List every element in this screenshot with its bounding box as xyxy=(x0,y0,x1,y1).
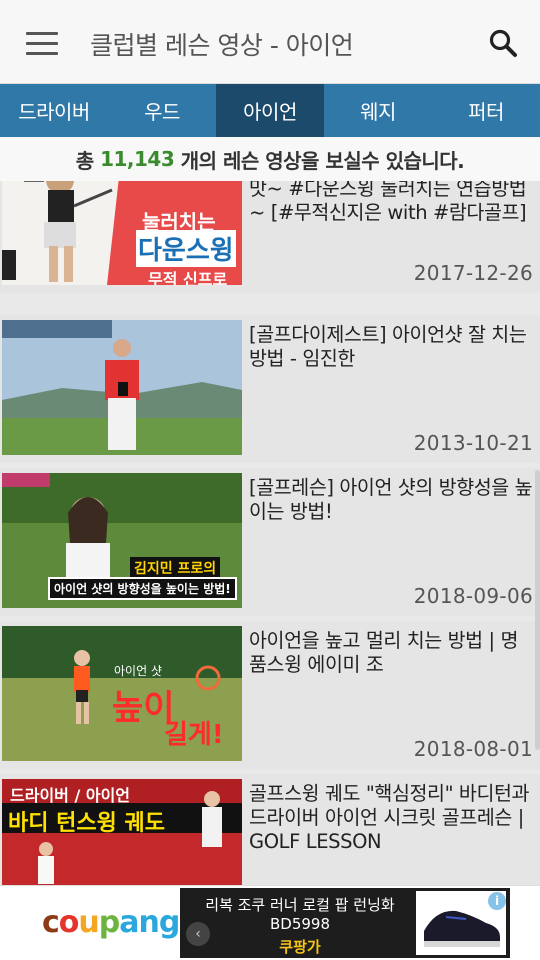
video-date: 2017-12-26 xyxy=(413,261,533,285)
count-prefix: 총 xyxy=(75,148,94,173)
count-suffix: 개의 레슨 영상을 보실수 있습니다. xyxy=(180,148,465,173)
video-thumbnail: 드라이버 / 아이언 바디 턴스윙 궤도 xyxy=(2,779,242,885)
video-count-bar: 총 11,143 개의 레슨 영상을 보실수 있습니다. xyxy=(0,137,540,181)
video-thumbnail: 아이언 샷 높이 길게! xyxy=(2,626,242,761)
video-title: [골프다이제스트] 아이언샷 잘 치는 방법 - 임진한 xyxy=(249,323,527,370)
thumb-caption-3: 길게! xyxy=(164,720,224,750)
page-title: 클럽별 레슨 영상 - 아이언 xyxy=(90,31,354,60)
video-title: 아이언을 높고 멀리 치는 방법 | 명품스윙 에이미 조 xyxy=(249,629,518,676)
thumb-caption-3: 무적 신프로 xyxy=(148,270,228,285)
video-item[interactable]: 눌러치는 다운스윙 무적 신프로 [#노잇레슨] 아이언은 눌러쳐야 제맛~ #… xyxy=(0,181,540,293)
video-date: 2018-08-01 xyxy=(413,737,533,761)
video-thumbnail: 눌러치는 다운스윙 무적 신프로 xyxy=(2,181,242,285)
ad-product-text: 리복 조쿠 러너 로컬 팝 런닝화 BD5998 xyxy=(205,896,395,933)
video-count: 11,143 xyxy=(100,147,175,171)
thumb-caption-2: 다운스윙 xyxy=(136,230,236,267)
video-date: 2018-09-06 xyxy=(413,584,533,608)
video-title: 골프스윙 궤도 "핵심정리" 바디턴과 드라이버 아이언 시크릿 골프레슨 | … xyxy=(249,782,530,853)
scrollbar[interactable] xyxy=(535,470,540,750)
tab-iron[interactable]: 아이언 xyxy=(216,84,324,137)
ad-product-box[interactable]: 리복 조쿠 러너 로컬 팝 런닝화 BD5998 쿠팡가 ‹ i xyxy=(180,888,510,958)
video-title: [#노잇레슨] 아이언은 눌러쳐야 제맛~ #다운스윙 눌러치는 연습방법~ [… xyxy=(249,181,527,224)
ad-prev-icon[interactable]: ‹ xyxy=(186,922,210,946)
thumb-caption-2: 아이언 샷의 방향성을 높이는 방법! xyxy=(48,577,237,600)
hamburger-menu-icon[interactable] xyxy=(26,32,58,56)
video-item[interactable]: [골프다이제스트] 아이언샷 잘 치는 방법 - 임진한 2013-10-21 xyxy=(0,315,540,463)
ad-brand-label: 쿠팡가 xyxy=(279,938,321,956)
video-thumbnail: 김지민 프로의 아이언 샷의 방향성을 높이는 방법! xyxy=(2,473,242,608)
video-list: 눌러치는 다운스윙 무적 신프로 [#노잇레슨] 아이언은 눌러쳐야 제맛~ #… xyxy=(0,181,540,885)
tab-wood[interactable]: 우드 xyxy=(108,84,216,137)
video-item[interactable]: 아이언 샷 높이 길게! 아이언을 높고 멀리 치는 방법 | 명품스윙 에이미… xyxy=(0,621,540,769)
thumb-caption-2: 바디 턴스윙 궤도 xyxy=(8,811,165,836)
thumb-caption-1: 드라이버 / 아이언 xyxy=(10,786,131,805)
video-title: [골프레슨] 아이언 샷의 방향성을 높이는 방법! xyxy=(249,476,533,523)
coupang-logo: coupang xyxy=(42,905,180,940)
ad-banner[interactable]: coupang 리복 조쿠 러너 로컬 팝 런닝화 BD5998 쿠팡가 ‹ i xyxy=(0,885,540,960)
search-icon[interactable] xyxy=(488,28,518,58)
video-thumbnail xyxy=(2,320,242,455)
ad-info-icon[interactable]: i xyxy=(488,892,506,910)
tab-driver[interactable]: 드라이버 xyxy=(0,84,108,137)
tab-wedge[interactable]: 웨지 xyxy=(324,84,432,137)
thumb-caption-1: 김지민 프로의 xyxy=(130,557,221,579)
app-bar: 클럽별 레슨 영상 - 아이언 xyxy=(0,0,540,84)
thumb-caption-1: 아이언 샷 xyxy=(114,664,162,678)
tab-putter[interactable]: 퍼터 xyxy=(432,84,540,137)
club-tabs: 드라이버 우드 아이언 웨지 퍼터 xyxy=(0,84,540,137)
video-date: 2013-10-21 xyxy=(413,431,533,455)
video-item[interactable]: 김지민 프로의 아이언 샷의 방향성을 높이는 방법! [골프레슨] 아이언 샷… xyxy=(0,468,540,616)
video-item[interactable]: 드라이버 / 아이언 바디 턴스윙 궤도 골프스윙 궤도 "핵심정리" 바디턴과… xyxy=(0,774,540,885)
